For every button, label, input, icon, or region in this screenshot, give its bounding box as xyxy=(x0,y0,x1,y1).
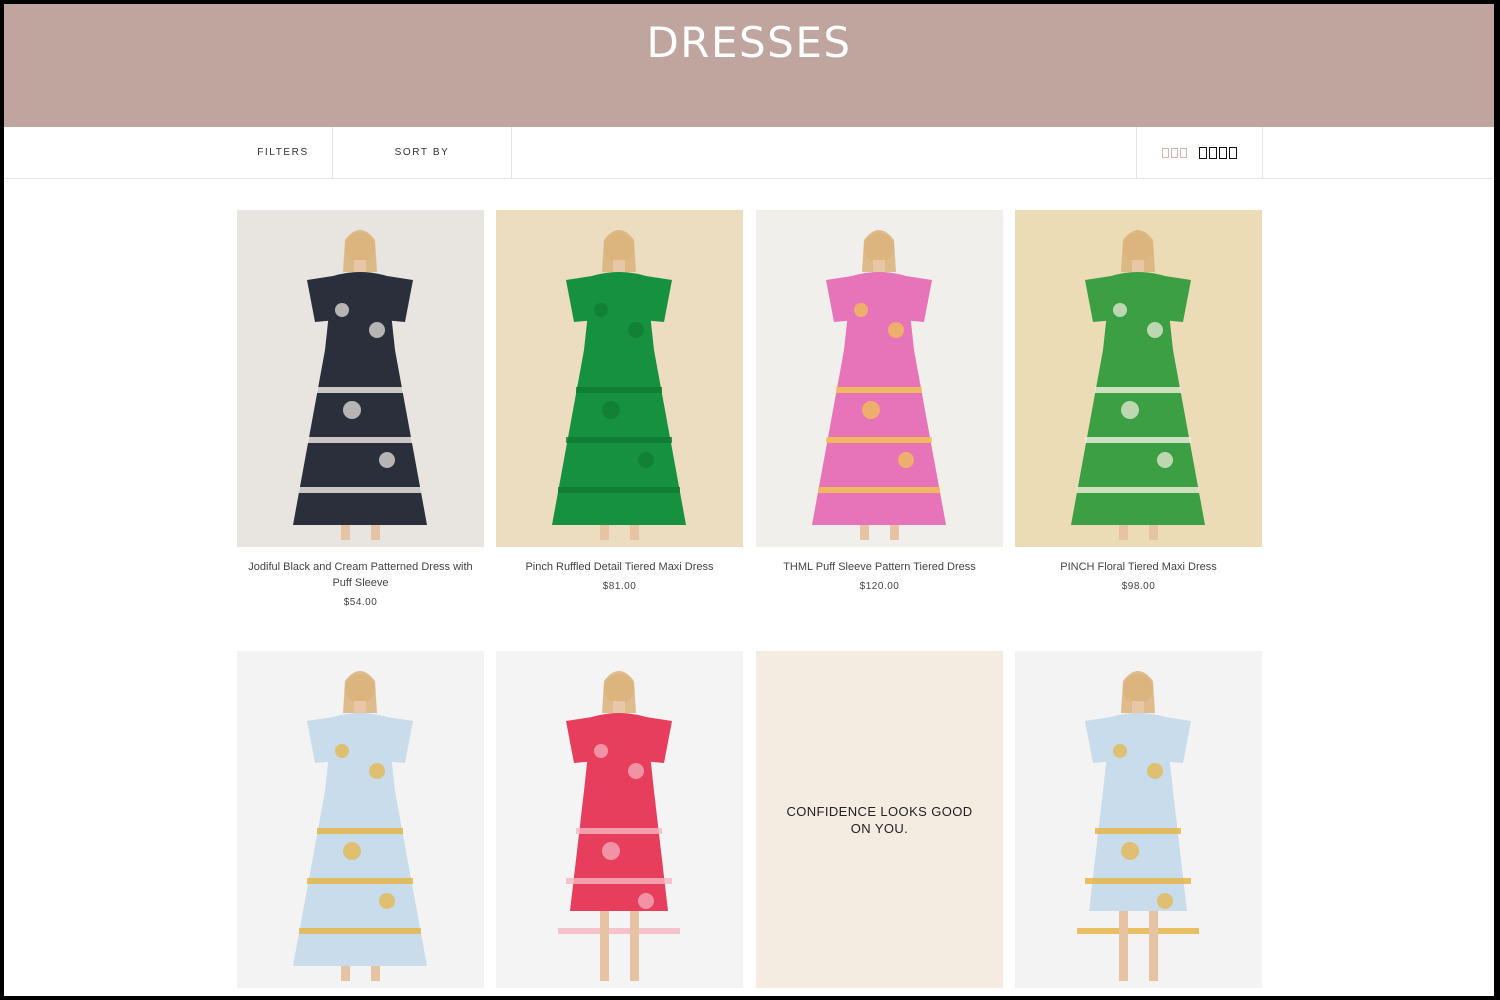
sort-by-button[interactable]: SORT BY xyxy=(333,127,512,178)
promo-text: CONFIDENCE LOOKS GOOD ON YOU. xyxy=(786,803,973,836)
four-column-grid-icon[interactable] xyxy=(1199,146,1237,159)
product-image[interactable] xyxy=(496,651,743,988)
collection-toolbar: FILTERS SORT BY xyxy=(4,127,1494,179)
product-image[interactable] xyxy=(237,651,484,988)
promo-tile: CONFIDENCE LOOKS GOOD ON YOU. xyxy=(756,651,1003,988)
product-card[interactable]: THML Puff Sleeve Pattern Tiered Dress $12… xyxy=(756,210,1003,592)
product-card[interactable] xyxy=(496,651,743,988)
collection-title: DRESSES xyxy=(646,18,852,67)
product-image[interactable] xyxy=(756,210,1003,547)
product-name[interactable]: Jodiful Black and Cream Patterned Dress … xyxy=(237,559,484,591)
page-frame: DRESSES FILTERS SORT BY Jodiful Black an… xyxy=(4,4,1494,996)
product-price: $54.00 xyxy=(343,597,378,608)
sort-by-label: SORT BY xyxy=(394,147,450,158)
product-price: $120.00 xyxy=(859,581,900,592)
filters-button[interactable]: FILTERS xyxy=(234,127,333,178)
product-name[interactable]: PINCH Floral Tiered Maxi Dress xyxy=(1015,559,1262,575)
product-name[interactable]: Pinch Ruffled Detail Tiered Maxi Dress xyxy=(496,559,743,575)
product-card[interactable]: Pinch Ruffled Detail Tiered Maxi Dress $8… xyxy=(496,210,743,592)
product-image[interactable] xyxy=(496,210,743,547)
product-name[interactable]: THML Puff Sleeve Pattern Tiered Dress xyxy=(756,559,1003,575)
product-image[interactable] xyxy=(1015,651,1262,988)
product-card[interactable] xyxy=(1015,651,1262,988)
filters-label: FILTERS xyxy=(257,147,309,158)
product-price: $98.00 xyxy=(1121,581,1156,592)
product-card[interactable]: Jodiful Black and Cream Patterned Dress … xyxy=(237,210,484,608)
product-image[interactable] xyxy=(1015,210,1262,547)
collection-header: DRESSES xyxy=(4,4,1494,127)
product-image[interactable] xyxy=(237,210,484,547)
three-column-grid-icon[interactable] xyxy=(1162,147,1187,158)
product-price: $81.00 xyxy=(602,581,637,592)
product-card[interactable]: PINCH Floral Tiered Maxi Dress $98.00 xyxy=(1015,210,1262,592)
product-card[interactable] xyxy=(237,651,484,988)
grid-view-switcher xyxy=(1136,127,1263,178)
